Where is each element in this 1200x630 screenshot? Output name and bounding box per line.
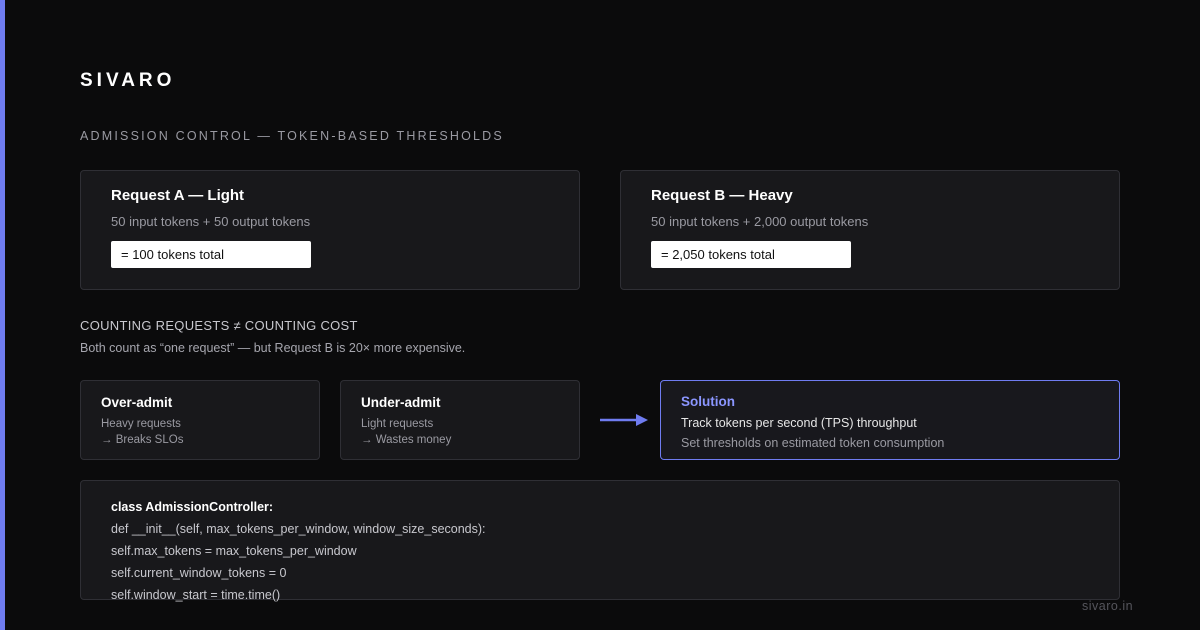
accent-bar — [0, 0, 5, 630]
code-line: class AdmissionController: — [111, 500, 274, 514]
request-b-card: Request B — Heavy 50 input tokens + 2,00… — [620, 170, 1120, 290]
request-b-total: = 2,050 tokens total — [651, 241, 851, 268]
under-admit-title: Under-admit — [361, 395, 441, 410]
section-title: ADMISSION CONTROL — TOKEN-BASED THRESHOL… — [80, 129, 504, 143]
brand-logo: SIVARO — [80, 70, 176, 91]
over-admit-title: Over-admit — [101, 395, 173, 410]
footer-domain: sivaro.in — [1082, 599, 1134, 613]
under-admit-line1: Light requests — [361, 418, 434, 430]
under-admit-line2: → Wastes money — [361, 434, 452, 446]
solution-card: Solution Track tokens per second (TPS) t… — [660, 380, 1120, 460]
request-a-detail: 50 input tokens + 50 output tokens — [111, 214, 311, 229]
over-admit-line2: → Breaks SLOs — [101, 434, 184, 446]
under-admit-card: Under-admit Light requests → Wastes mone… — [340, 380, 580, 460]
code-line: self.max_tokens = max_tokens_per_window — [111, 544, 357, 558]
request-a-card: Request A — Light 50 input tokens + 50 o… — [80, 170, 580, 290]
over-admit-card: Over-admit Heavy requests → Breaks SLOs — [80, 380, 320, 460]
counting-title: COUNTING REQUESTS ≠ COUNTING COST — [80, 318, 358, 333]
request-a-title: Request A — Light — [111, 187, 245, 204]
solution-title: Solution — [681, 394, 735, 409]
request-b-title: Request B — Heavy — [651, 187, 793, 204]
solution-line1: Track tokens per second (TPS) throughput — [681, 416, 917, 430]
solution-line2: Set thresholds on estimated token consum… — [681, 436, 945, 450]
over-admit-line1: Heavy requests — [101, 418, 181, 430]
request-b-detail: 50 input tokens + 2,000 output tokens — [651, 214, 869, 229]
code-line: def __init__(self, max_tokens_per_window… — [111, 522, 486, 536]
counting-subtitle: Both count as “one request” — but Reques… — [80, 341, 466, 355]
arrow-right-icon — [600, 414, 648, 426]
code-line: self.current_window_tokens = 0 — [111, 566, 287, 580]
request-a-total: = 100 tokens total — [111, 241, 311, 268]
code-line: self.window_start = time.time() — [111, 588, 281, 602]
code-block: class AdmissionController: def __init__(… — [80, 480, 1120, 602]
